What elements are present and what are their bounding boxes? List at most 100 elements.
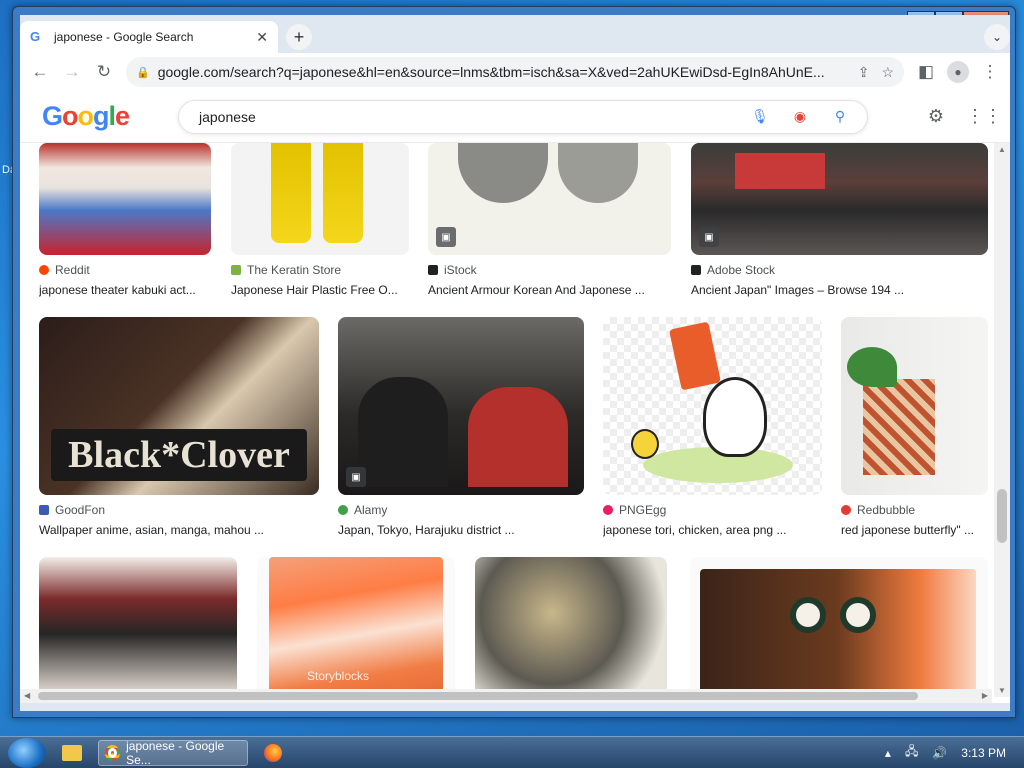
browser-menu-icon[interactable]: ⋮ bbox=[976, 58, 1004, 86]
result-thumbnail[interactable] bbox=[690, 557, 988, 691]
logo-letter: e bbox=[115, 101, 130, 131]
result-source[interactable]: The Keratin Store bbox=[231, 263, 341, 277]
result-thumbnail[interactable]: ▣ bbox=[428, 143, 671, 255]
apps-grid-icon[interactable]: ⋮⋮ bbox=[966, 106, 1002, 127]
result-source[interactable]: GoodFon bbox=[39, 503, 105, 517]
result-thumbnail[interactable]: Storyblocks bbox=[257, 557, 455, 691]
result-thumbnail[interactable] bbox=[231, 143, 409, 255]
address-bar[interactable]: 🔒 google.com/search?q=japonese&hl=en&sou… bbox=[126, 57, 904, 87]
result-title[interactable]: Japonese Hair Plastic Free O... bbox=[231, 283, 409, 297]
vertical-scrollbar[interactable]: ▲ ▼ bbox=[994, 143, 1010, 697]
firefox-taskbar-button[interactable] bbox=[258, 740, 288, 766]
reload-button[interactable]: ↻ bbox=[90, 58, 118, 86]
result-thumbnail[interactable] bbox=[841, 317, 988, 495]
result-source[interactable]: PNGEgg bbox=[603, 503, 666, 517]
scroll-left-icon[interactable]: ◀ bbox=[24, 691, 30, 700]
taskbar-app-title: japonese - Google Se... bbox=[126, 738, 225, 767]
clock[interactable]: 3:13 PM bbox=[961, 746, 1006, 760]
taskbar: japonese - Google Se... ▴ 🖧 🔊 3:13 PM bbox=[0, 736, 1024, 768]
network-icon[interactable]: 🖧 bbox=[905, 742, 918, 763]
source-name: The Keratin Store bbox=[247, 263, 342, 277]
tab-search-button[interactable]: ⌄ bbox=[984, 24, 1010, 50]
result-source[interactable]: Adobe Stock bbox=[691, 263, 775, 277]
result-title[interactable]: Japan, Tokyo, Harajuku district ... bbox=[338, 523, 584, 537]
show-hidden-icons-icon[interactable]: ▴ bbox=[885, 746, 891, 760]
result-card[interactable] bbox=[603, 317, 822, 495]
image-badge-icon: ▣ bbox=[346, 467, 366, 487]
result-source[interactable]: Redbubble bbox=[841, 503, 915, 517]
bookmark-star-icon[interactable]: ☆ bbox=[881, 64, 894, 81]
result-thumbnail[interactable] bbox=[39, 143, 211, 255]
scroll-up-icon[interactable]: ▲ bbox=[998, 145, 1006, 154]
result-thumbnail[interactable] bbox=[603, 317, 822, 495]
horizontal-scroll-thumb[interactable] bbox=[38, 692, 918, 700]
search-input[interactable]: japonese bbox=[199, 109, 731, 125]
profile-button[interactable]: ● bbox=[944, 58, 972, 86]
result-title[interactable]: japonese theater kabuki act... bbox=[39, 283, 211, 297]
tab-google-search[interactable]: G japonese - Google Search ✕ bbox=[20, 21, 278, 53]
share-icon[interactable]: ⇪ bbox=[858, 64, 870, 81]
result-thumbnail[interactable]: ▣ bbox=[338, 317, 584, 495]
source-name: Redbubble bbox=[857, 503, 916, 517]
result-card[interactable]: ▣ bbox=[428, 143, 671, 255]
result-source[interactable]: iStock bbox=[428, 263, 477, 277]
profile-avatar-icon: ● bbox=[947, 61, 969, 83]
result-thumbnail[interactable]: ▣ bbox=[691, 143, 988, 255]
result-card[interactable]: Black*Clover bbox=[39, 317, 319, 495]
image-badge-icon: ▣ bbox=[436, 227, 456, 247]
result-title[interactable]: Ancient Japan" Images – Browse 194 ... bbox=[691, 283, 988, 297]
chrome-taskbar-button[interactable]: japonese - Google Se... bbox=[98, 738, 248, 767]
result-card[interactable]: ▣ bbox=[338, 317, 584, 495]
new-tab-button[interactable]: + bbox=[286, 24, 312, 50]
search-icon[interactable]: ⚲ bbox=[829, 106, 851, 128]
volume-icon[interactable]: 🔊 bbox=[932, 746, 947, 760]
tab-title: japonese - Google Search bbox=[54, 30, 194, 44]
result-title[interactable]: red japonese butterfly" ... bbox=[841, 523, 988, 537]
result-card[interactable]: ▣ bbox=[691, 143, 988, 255]
image-results-grid: Reddit japonese theater kabuki act... Th… bbox=[20, 143, 992, 691]
google-logo[interactable]: Google bbox=[42, 101, 134, 132]
result-card[interactable] bbox=[475, 557, 667, 691]
result-title[interactable]: Wallpaper anime, asian, manga, mahou ... bbox=[39, 523, 319, 537]
start-button[interactable] bbox=[8, 737, 46, 768]
search-box[interactable]: japonese 🎙 ◉ ⚲ bbox=[178, 99, 868, 134]
result-thumbnail[interactable] bbox=[475, 557, 667, 691]
vertical-scroll-thumb[interactable] bbox=[997, 489, 1007, 543]
logo-letter: o bbox=[77, 101, 94, 131]
result-title[interactable]: japonese tori, chicken, area png ... bbox=[603, 523, 822, 537]
result-source[interactable]: Alamy bbox=[338, 503, 387, 517]
reddit-icon bbox=[39, 265, 49, 275]
source-name: iStock bbox=[444, 263, 477, 277]
result-card[interactable] bbox=[841, 317, 988, 495]
adobe-stock-icon bbox=[691, 265, 701, 275]
scroll-down-icon[interactable]: ▼ bbox=[998, 686, 1006, 695]
folder-icon bbox=[62, 744, 82, 761]
back-button[interactable]: ← bbox=[26, 58, 54, 86]
browser-toolbar: ← → ↻ 🔒 google.com/search?q=japonese&hl=… bbox=[20, 53, 1010, 91]
result-source[interactable]: Reddit bbox=[39, 263, 90, 277]
browser-window: ▬ ▢ ✕ G japonese - Google Search ✕ + ⌄ ←… bbox=[12, 6, 1016, 718]
scroll-right-icon[interactable]: ▶ bbox=[982, 691, 988, 700]
result-card[interactable] bbox=[690, 557, 988, 691]
result-card[interactable] bbox=[39, 143, 211, 255]
result-thumbnail[interactable] bbox=[39, 557, 237, 691]
result-thumbnail[interactable]: Black*Clover bbox=[39, 317, 319, 495]
forward-button[interactable]: → bbox=[58, 58, 86, 86]
microphone-icon[interactable]: 🎙 bbox=[749, 106, 771, 128]
google-favicon-icon: G bbox=[30, 29, 41, 44]
logo-letter: G bbox=[42, 101, 63, 131]
image-badge-icon: ▣ bbox=[699, 227, 719, 247]
chrome-icon bbox=[105, 744, 121, 761]
horizontal-scrollbar[interactable]: ◀ ▶ bbox=[20, 689, 992, 703]
side-panel-icon[interactable]: ◧ bbox=[912, 58, 940, 86]
result-title[interactable]: Ancient Armour Korean And Japonese ... bbox=[428, 283, 671, 297]
storyblocks-watermark: Storyblocks bbox=[307, 669, 370, 683]
url-text: google.com/search?q=japonese&hl=en&sourc… bbox=[157, 64, 825, 80]
camera-lens-icon[interactable]: ◉ bbox=[789, 106, 811, 128]
result-card[interactable]: Storyblocks bbox=[257, 557, 455, 691]
result-card[interactable] bbox=[39, 557, 237, 691]
settings-gear-icon[interactable]: ⚙ bbox=[928, 106, 944, 127]
result-card[interactable] bbox=[231, 143, 409, 255]
tab-close-icon[interactable]: ✕ bbox=[256, 29, 268, 46]
file-explorer-taskbar-button[interactable] bbox=[56, 740, 88, 766]
